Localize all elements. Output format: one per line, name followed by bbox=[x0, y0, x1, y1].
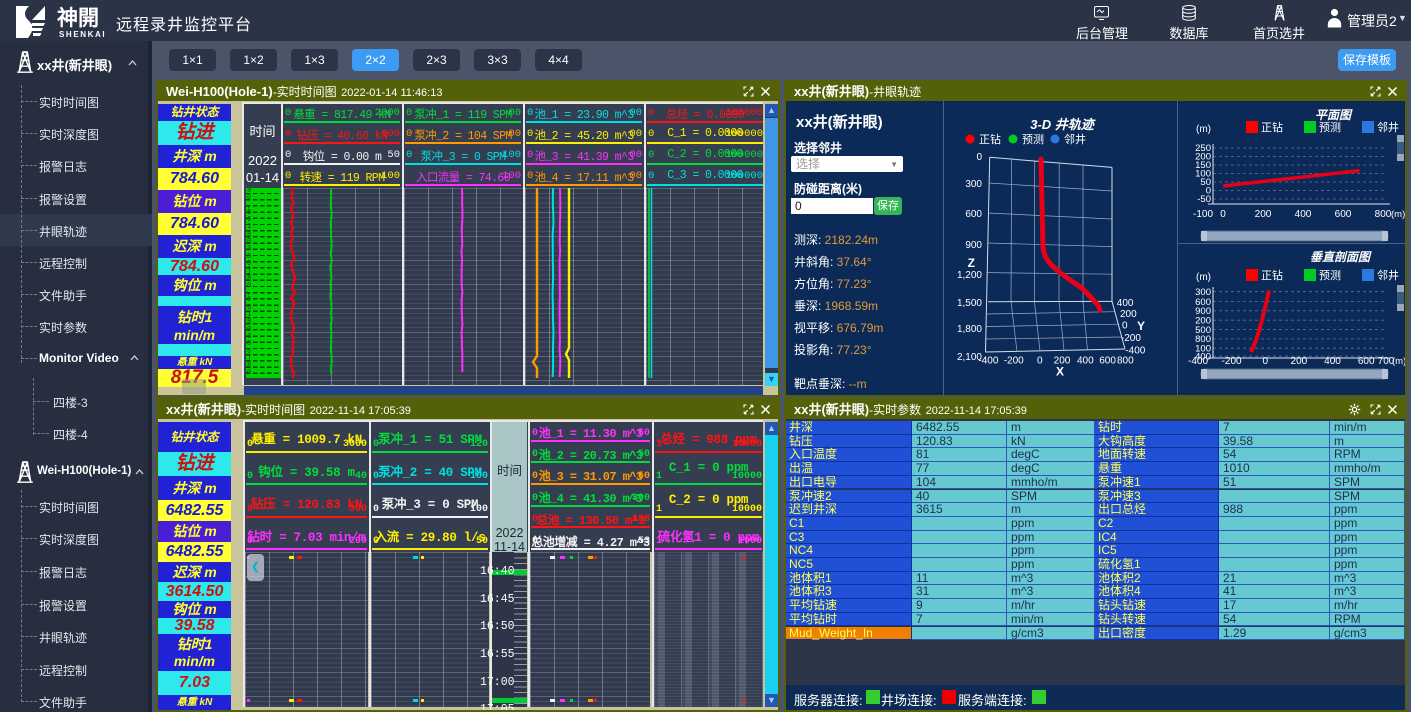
svg-text:600: 600 bbox=[1358, 356, 1375, 367]
svg-text:-200: -200 bbox=[1222, 356, 1242, 367]
svg-text:(m): (m) bbox=[1392, 356, 1405, 367]
svg-text:Y: Y bbox=[1137, 319, 1145, 333]
svg-text:-200: -200 bbox=[1121, 333, 1141, 344]
svg-text:(m): (m) bbox=[1196, 124, 1211, 135]
svg-text:800: 800 bbox=[1117, 356, 1134, 367]
svg-text:-50: -50 bbox=[1197, 194, 1211, 205]
svg-text:-200: -200 bbox=[1004, 356, 1024, 367]
svg-text:400: 400 bbox=[1077, 356, 1094, 367]
svg-text:0: 0 bbox=[976, 152, 982, 163]
svg-text:600: 600 bbox=[965, 209, 982, 220]
svg-text:正钻: 正钻 bbox=[1261, 268, 1283, 282]
svg-text:邻井: 邻井 bbox=[1377, 268, 1399, 282]
svg-text:-400: -400 bbox=[978, 356, 998, 367]
svg-text:400: 400 bbox=[1117, 298, 1134, 309]
svg-text:3-D 井轨迹: 3-D 井轨迹 bbox=[1030, 117, 1096, 132]
svg-text:预测: 预测 bbox=[1022, 133, 1044, 146]
svg-text:800: 800 bbox=[1375, 209, 1392, 220]
svg-text:正钻: 正钻 bbox=[979, 132, 1001, 146]
svg-text:平面图: 平面图 bbox=[1315, 108, 1353, 122]
svg-text:-400: -400 bbox=[1188, 356, 1208, 367]
svg-text:0: 0 bbox=[1220, 209, 1226, 220]
svg-text:600: 600 bbox=[1099, 356, 1116, 367]
svg-text:1,200: 1,200 bbox=[957, 270, 982, 281]
svg-text:200: 200 bbox=[1120, 309, 1137, 320]
svg-text:400: 400 bbox=[1324, 356, 1341, 367]
svg-text:X: X bbox=[1056, 365, 1064, 379]
svg-text:邻井: 邻井 bbox=[1377, 120, 1399, 134]
svg-text:正钻: 正钻 bbox=[1261, 120, 1283, 134]
svg-text:-100: -100 bbox=[1193, 209, 1213, 220]
svg-text:(m): (m) bbox=[1196, 272, 1211, 283]
svg-text:垂直剖面图: 垂直剖面图 bbox=[1310, 250, 1372, 264]
svg-text:0: 0 bbox=[1122, 321, 1128, 332]
svg-text:200: 200 bbox=[1255, 209, 1272, 220]
svg-text:0: 0 bbox=[1263, 356, 1269, 367]
svg-text:邻井: 邻井 bbox=[1064, 132, 1086, 146]
svg-text:预测: 预测 bbox=[1319, 121, 1341, 134]
svg-text:1,800: 1,800 bbox=[957, 324, 982, 335]
svg-text:900: 900 bbox=[965, 240, 982, 251]
svg-text:预测: 预测 bbox=[1319, 269, 1341, 282]
svg-text:(m): (m) bbox=[1391, 209, 1405, 220]
svg-text:1,500: 1,500 bbox=[957, 298, 982, 309]
svg-text:600: 600 bbox=[1335, 209, 1352, 220]
svg-text:400: 400 bbox=[1295, 209, 1312, 220]
svg-text:Z: Z bbox=[968, 256, 975, 270]
svg-text:0: 0 bbox=[1037, 356, 1043, 367]
svg-text:300: 300 bbox=[965, 179, 982, 190]
svg-text:200: 200 bbox=[1291, 356, 1308, 367]
